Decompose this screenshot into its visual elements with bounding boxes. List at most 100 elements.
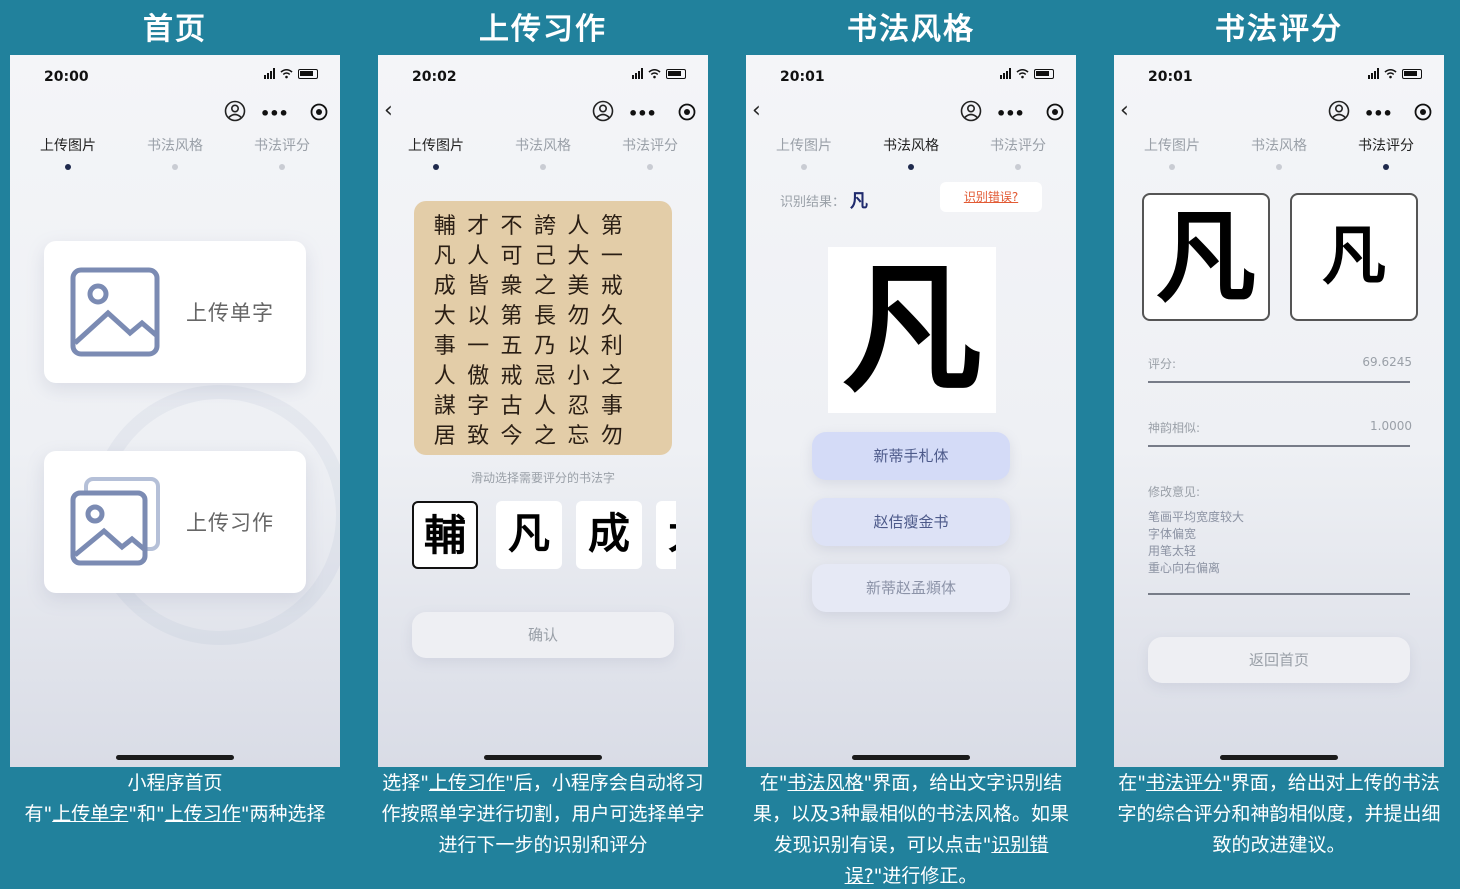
step-tabs: 上传图片 书法风格 书法评分: [10, 135, 340, 175]
essay-char: 謀: [433, 394, 456, 419]
tab-calligraphy-style[interactable]: 书法风格: [1234, 135, 1324, 170]
recognized-char-image: 凡: [828, 247, 996, 413]
essay-char: 長: [533, 304, 556, 329]
tab-calligraphy-score[interactable]: 书法评分: [237, 135, 327, 170]
tab-calligraphy-score[interactable]: 书法评分: [605, 135, 695, 170]
caption-link: 上传习作: [428, 772, 505, 794]
tab-label: 书法评分: [254, 138, 310, 154]
char-option-selected[interactable]: 輔: [412, 501, 478, 569]
caption: 在"书法风格"界面，给出文字识别结果，以及3种最相似的书法风格。如果发现识别有误…: [746, 768, 1076, 889]
essay-char: [629, 423, 662, 451]
essay-char: 人: [467, 244, 490, 269]
close-target-icon[interactable]: [310, 103, 328, 121]
capsule-menu: •••: [988, 97, 1070, 127]
upload-single-char-card[interactable]: 上传单字: [44, 241, 306, 383]
char-option[interactable]: 成: [576, 501, 642, 569]
top-bar: •••: [10, 97, 340, 127]
more-icon[interactable]: •••: [260, 104, 289, 123]
style-option-2[interactable]: 赵佶瘦金书: [812, 498, 1010, 546]
essay-char: 己: [533, 244, 556, 269]
caption-text: 在": [1118, 772, 1146, 794]
back-chevron-icon[interactable]: ‹: [1120, 100, 1142, 123]
char-selector-strip[interactable]: 輔 凡 成 大: [410, 501, 676, 571]
essay-char: 古: [500, 394, 523, 419]
upload-essay-card[interactable]: 上传习作: [44, 451, 306, 593]
battery-icon: [666, 69, 686, 79]
back-chevron-icon[interactable]: ‹: [384, 100, 406, 123]
tab-upload-image[interactable]: 上传图片: [23, 135, 113, 170]
tab-calligraphy-score[interactable]: 书法评分: [1341, 135, 1431, 170]
close-target-icon[interactable]: [1414, 103, 1432, 121]
essay-char: 忌: [533, 364, 556, 389]
user-icon[interactable]: [960, 100, 982, 122]
step-dot: [1276, 164, 1282, 170]
confirm-button[interactable]: 确认: [412, 612, 674, 658]
essay-char: 皆: [467, 274, 490, 299]
step-dot: [1169, 164, 1175, 170]
essay-char: 之: [533, 424, 556, 449]
essay-char: 人: [433, 364, 456, 389]
essay-char: 事: [433, 334, 456, 359]
tab-label: 书法风格: [147, 138, 203, 154]
user-icon[interactable]: [224, 100, 246, 122]
close-target-icon[interactable]: [1046, 103, 1064, 121]
capsule-menu: •••: [620, 97, 702, 127]
tab-upload-image[interactable]: 上传图片: [759, 135, 849, 170]
essay-char: 輔: [433, 214, 456, 239]
tab-upload-image[interactable]: 上传图片: [391, 135, 481, 170]
step-tabs: 上传图片 书法风格 书法评分: [746, 135, 1076, 175]
recognition-result-label: 识别结果：: [780, 195, 846, 210]
caption-link: 书法评分: [1145, 772, 1222, 794]
tab-upload-image[interactable]: 上传图片: [1127, 135, 1217, 170]
char-option[interactable]: 凡: [496, 501, 562, 569]
essay-char: 以: [567, 334, 590, 359]
capsule-menu: •••: [252, 97, 334, 127]
more-icon[interactable]: •••: [1364, 104, 1393, 123]
style-option-1[interactable]: 新蒂手札体: [812, 432, 1010, 480]
status-icons: [1000, 68, 1054, 79]
divider: [1148, 593, 1410, 595]
tab-label: 上传图片: [776, 138, 832, 154]
char-option[interactable]: 大: [656, 501, 676, 569]
status-time: 20:02: [412, 69, 457, 85]
reference-char-image: 凡: [1290, 193, 1418, 321]
tab-calligraphy-style[interactable]: 书法风格: [498, 135, 588, 170]
step-dot: [540, 164, 546, 170]
essay-char: 衆: [500, 274, 523, 299]
wifi-icon: [648, 69, 661, 79]
caption-text: 选择": [382, 772, 429, 794]
back-chevron-icon[interactable]: ‹: [752, 100, 774, 123]
wifi-icon: [1384, 69, 1397, 79]
tab-calligraphy-score[interactable]: 书法评分: [973, 135, 1063, 170]
more-icon[interactable]: •••: [628, 104, 657, 123]
essay-char: 字: [467, 394, 490, 419]
user-icon[interactable]: [1328, 100, 1350, 122]
caption-text: "两种选择: [240, 803, 326, 825]
divider: [1148, 445, 1410, 447]
advice-item: 用笔太轻: [1148, 544, 1197, 558]
essay-char: 凡: [433, 244, 456, 269]
more-icon[interactable]: •••: [996, 104, 1025, 123]
top-bar: ‹ •••: [378, 97, 708, 127]
essay-char: 五: [500, 334, 523, 359]
report-error-button[interactable]: 识别错误?: [940, 182, 1042, 212]
essay-char: [629, 213, 662, 241]
essay-char: 誇: [533, 214, 556, 239]
images-icon: [70, 477, 160, 566]
phone-screen: 20:01 ‹ ••• 上传图片 书法风格 书法评分 识别结果： 凡 识别错误?…: [746, 55, 1076, 767]
back-home-button[interactable]: 返回首页: [1148, 637, 1410, 683]
status-time: 20:01: [780, 69, 825, 85]
home-indicator: [852, 755, 970, 760]
tab-calligraphy-style[interactable]: 书法风格: [866, 135, 956, 170]
panel-title: 上传习作: [479, 12, 607, 47]
tab-calligraphy-style[interactable]: 书法风格: [130, 135, 220, 170]
essay-char: [629, 393, 662, 421]
calligraphy-essay-image: 輔才不誇人第凡人可己大一成皆衆之美戒大以第長勿久事一五乃以利人傲戒忌小之謀字古人…: [414, 201, 672, 455]
essay-char-grid: 輔才不誇人第凡人可己大一成皆衆之美戒大以第長勿久事一五乃以利人傲戒忌小之謀字古人…: [428, 213, 662, 451]
user-icon[interactable]: [592, 100, 614, 122]
battery-icon: [298, 69, 318, 79]
step-tabs: 上传图片 书法风格 书法评分: [378, 135, 708, 175]
close-target-icon[interactable]: [678, 103, 696, 121]
tab-label: 书法评分: [622, 138, 678, 154]
style-option-3[interactable]: 新蒂赵孟頫体: [812, 564, 1010, 612]
